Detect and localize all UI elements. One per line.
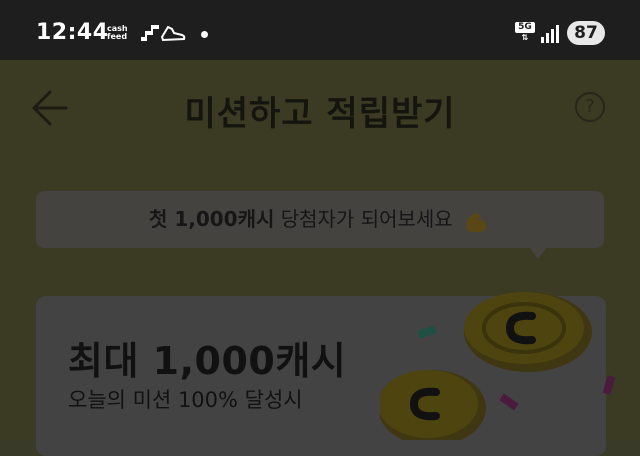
page-title: 미션하고 적립받기 (184, 94, 456, 134)
coins-illustration (380, 292, 616, 440)
promo-banner: 첫 1,000캐시 당첨자가 되어보세요 (36, 191, 604, 248)
data-arrows-icon: ⇅ (521, 33, 529, 42)
signal-icon (541, 25, 559, 43)
banner-highlight: 1,000캐시 (174, 207, 275, 231)
clock: 12:44 (36, 20, 109, 45)
stairs-notification-icon (141, 25, 159, 41)
battery-indicator: 87 (567, 21, 605, 45)
reward-subtitle: 오늘의 미션 100% 달성시 (68, 388, 303, 412)
status-bar: 12:44 cash feed 5G ⇅ 87 (0, 0, 640, 60)
coin-small-icon (380, 370, 486, 440)
confetti (602, 375, 616, 395)
cashfeed-notification-icon: cash feed (107, 25, 128, 41)
more-notifications-dot (201, 31, 208, 38)
network-label: 5G (515, 22, 535, 33)
cashfeed-line2: feed (107, 32, 128, 41)
confetti (499, 393, 519, 411)
help-icon[interactable]: ? (575, 92, 605, 122)
banner-suffix: 당첨자가 되어보세요 (274, 207, 453, 231)
banner-pointer (529, 247, 547, 259)
confetti (417, 325, 437, 339)
shoe-notification-icon (160, 25, 186, 42)
reward-title: 최대 1,000캐시 (68, 339, 347, 383)
flexed-biceps-icon (466, 212, 487, 232)
banner-prefix: 첫 (148, 207, 175, 231)
coin-large-icon (464, 292, 592, 372)
network-5g-icon: 5G ⇅ (515, 22, 535, 43)
